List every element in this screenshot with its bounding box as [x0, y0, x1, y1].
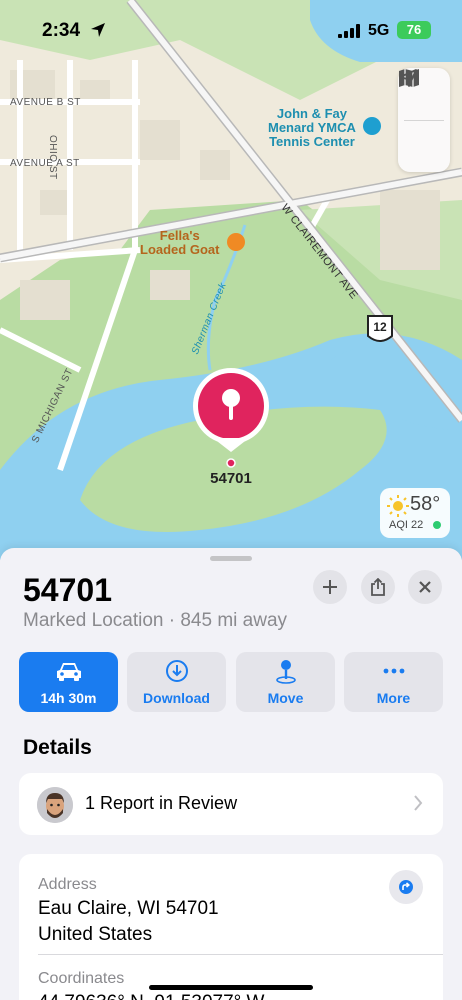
download-icon — [165, 660, 188, 682]
weather-temp: 58° — [410, 493, 441, 515]
network-type: 5G — [368, 22, 390, 39]
move-label: Move — [267, 690, 304, 706]
car-icon — [56, 663, 81, 681]
sheet-grabber[interactable] — [210, 556, 252, 561]
sun-icon — [387, 495, 409, 517]
coordinates-value[interactable]: 44.79636° N, 91.53077° W — [38, 992, 264, 1000]
poi-ymca-line3: Tennis Center — [269, 134, 355, 149]
poi-fella-line1: Fella's — [159, 228, 200, 243]
address-line1[interactable]: Eau Claire, WI 54701 — [38, 898, 219, 920]
status-bar: 2:34 5G 76 — [0, 0, 462, 62]
more-button[interactable]: More — [344, 652, 443, 712]
action-buttons: 14h 30m Download Move More — [19, 652, 443, 712]
place-subtitle: Marked Location · 845 mi away — [23, 610, 288, 631]
address-directions-button[interactable] — [389, 870, 423, 904]
download-label: Download — [143, 690, 210, 706]
share-button[interactable] — [361, 570, 395, 604]
directions-label: 14h 30m — [40, 690, 97, 706]
pin-label: 54701 — [210, 470, 252, 487]
ellipsis-icon — [383, 668, 404, 674]
battery-indicator: 76 — [397, 21, 431, 39]
street-label-avenue-a: AVENUE A ST — [10, 158, 80, 169]
weather-widget[interactable]: 58° AQI 22 — [380, 488, 450, 538]
avatar — [37, 787, 73, 823]
address-separator — [38, 954, 443, 955]
street-label-ohio: OHIO ST — [47, 135, 58, 180]
plus-icon — [323, 580, 337, 594]
map-controls — [398, 68, 450, 172]
coordinates-label: Coordinates — [38, 970, 125, 987]
memoji-avatar-icon — [37, 787, 73, 823]
poi-ymca-line2: Menard YMCA — [268, 120, 356, 135]
report-row[interactable]: 1 Report in Review — [19, 773, 443, 835]
highway-number: 12 — [373, 320, 387, 334]
directions-button[interactable]: 14h 30m — [19, 652, 118, 712]
download-button[interactable]: Download — [127, 652, 226, 712]
download-icon-wrap — [127, 658, 226, 684]
pin-icon — [275, 660, 296, 684]
place-sheet[interactable]: 54701 Marked Location · 845 mi away 14h … — [0, 548, 462, 1000]
chevron-right-icon — [414, 795, 423, 811]
directions-icon-wrap — [19, 658, 118, 684]
weather-aqi: AQI 22 — [389, 519, 424, 531]
aqi-indicator — [433, 521, 441, 529]
poi-fellas-loaded-goat[interactable]: Fella's Loaded Goat — [140, 229, 219, 257]
address-card: Address Eau Claire, WI 54701 United Stat… — [19, 854, 443, 1000]
close-icon — [419, 581, 431, 593]
address-label: Address — [38, 876, 97, 893]
details-header: Details — [23, 736, 92, 759]
cellular-signal-icon — [338, 24, 360, 38]
add-button[interactable] — [313, 570, 347, 604]
poi-ymca[interactable]: John & Fay Menard YMCA Tennis Center — [268, 107, 356, 149]
more-label: More — [376, 690, 411, 706]
move-button[interactable]: Move — [236, 652, 335, 712]
street-label-avenue-b: AVENUE B ST — [10, 97, 81, 108]
status-time: 2:34 — [42, 20, 81, 41]
more-icon-wrap — [344, 658, 443, 684]
place-title: 54701 — [23, 572, 112, 608]
current-location-button[interactable] — [398, 69, 450, 173]
location-services-icon — [91, 23, 105, 37]
close-button[interactable] — [408, 570, 442, 604]
report-text: 1 Report in Review — [85, 793, 238, 813]
address-line2[interactable]: United States — [38, 924, 152, 946]
poi-fella-line2: Loaded Goat — [140, 242, 220, 257]
poi-ymca-line1: John & Fay — [276, 106, 347, 121]
map-view[interactable]: AVENUE B ST AVENUE A ST OHIO ST S MICHIG… — [0, 0, 462, 560]
home-indicator[interactable] — [149, 985, 313, 990]
move-icon-wrap — [236, 658, 335, 684]
share-icon — [371, 578, 385, 596]
turn-arrow-icon — [399, 880, 413, 894]
location-arrow-icon — [399, 69, 417, 87]
